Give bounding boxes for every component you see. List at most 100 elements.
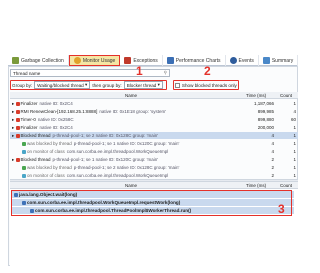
row-count: 1 <box>293 165 296 170</box>
row-detail: native ID: 0x2C4 <box>39 125 73 130</box>
row-time: 899,985 <box>257 109 274 114</box>
row-count: 1 <box>293 125 296 130</box>
expand-icon[interactable]: ▸ <box>12 157 16 162</box>
tab-bar: Garbage Collection Monitor Usage Excepti… <box>8 55 299 66</box>
chevron-down-icon: ▾ <box>85 82 88 87</box>
stack-column-name[interactable]: Name <box>125 183 137 188</box>
row-time: 4 <box>271 141 274 146</box>
search-icon: ⚲ <box>163 70 167 75</box>
thread-icon <box>22 149 26 154</box>
chevron-down-icon: ▾ <box>157 82 160 87</box>
row-name: Blocked thread <box>20 133 51 138</box>
tab-events[interactable]: Events <box>226 55 259 66</box>
thread-icon <box>15 101 20 106</box>
expand-icon[interactable]: ▸ <box>12 101 16 106</box>
table-row[interactable]: ▸ RMI RenewClean-[192.168.25.1:8888] nati… <box>10 108 298 115</box>
show-blocked-label: Show blocked threads only <box>181 82 237 88</box>
charts-icon <box>166 57 174 64</box>
column-count[interactable]: Count <box>280 93 292 98</box>
row-count: 1 <box>293 133 296 138</box>
row-time: 2 <box>271 165 274 170</box>
thread-icon <box>15 117 20 122</box>
table-row[interactable]: ▸ Blocked thread p-thread-pool-1; se 2 na… <box>10 132 298 139</box>
row-count: 60 <box>290 117 296 122</box>
table-row[interactable]: ▸ Blocked thread p-thread-pool-1; se 1 na… <box>10 156 298 163</box>
show-blocked-checkbox[interactable] <box>174 82 180 88</box>
thread-icon <box>15 133 20 138</box>
monitor-usage-panel: Thread name ⚲ Group by: Waiting/blocked … <box>8 66 298 266</box>
expand-icon[interactable]: ▸ <box>12 125 16 130</box>
row-time: 899,880 <box>257 117 274 122</box>
row-count: 1 <box>293 157 296 162</box>
row-name: was blocked by thread <box>27 165 72 170</box>
grouping-toolbar: Group by: Waiting/blocked thread ▾ then … <box>10 80 239 90</box>
column-time[interactable]: Time (ms) <box>246 93 266 98</box>
row-name: Blocked thread <box>20 157 51 162</box>
thread-name-filter[interactable]: Thread name ⚲ <box>10 69 170 77</box>
row-name: on monitor of class <box>27 149 65 154</box>
row-count: 1 <box>293 149 296 154</box>
tab-performance-charts[interactable]: Performance Charts <box>163 55 226 66</box>
summary-icon <box>262 57 270 64</box>
column-name[interactable]: Name <box>125 93 137 98</box>
table-row[interactable]: was blocked by thread p-thread-pool-1; se… <box>10 140 298 147</box>
row-name: RMI RenewClean-[192.168.25.1:8888] <box>20 109 98 114</box>
table-row[interactable]: on monitor of class com.sun.corba.ee.impl… <box>10 172 298 179</box>
expand-icon[interactable]: ▸ <box>12 109 16 114</box>
row-detail: p-thread-pool-1; se 1 native ID: 0x120C … <box>52 157 159 162</box>
row-time: 2 <box>271 157 274 162</box>
row-detail: p-thread-pool-1; se 2 native ID: 0x128C … <box>52 133 159 138</box>
tab-garbage-collection[interactable]: Garbage Collection <box>8 55 69 66</box>
row-count: 1 <box>293 141 296 146</box>
stack-column-count[interactable]: Count <box>280 183 292 188</box>
row-time: 200,000 <box>257 125 274 130</box>
expand-icon[interactable]: ▸ <box>12 117 16 122</box>
stack-trace-panel: Name Time (ms) Count java.lang.Object.wa… <box>10 182 298 266</box>
group-by-select[interactable]: Waiting/blocked thread ▾ <box>34 81 91 89</box>
row-detail: com.sun.corba.ee.impl.threadpool.WorkQue… <box>66 173 169 178</box>
row-detail: native ID: 0x2C4 <box>39 101 73 106</box>
row-name: Timer-0 <box>20 117 36 122</box>
row-time: 2 <box>271 173 274 178</box>
thread-icon <box>22 173 26 178</box>
thread-name-placeholder: Thread name <box>13 70 41 76</box>
table-header: Name Time (ms) Count <box>10 92 298 99</box>
show-blocked-only-box[interactable]: Show blocked threads only <box>172 80 239 90</box>
stack-table-header: Name Time (ms) Count <box>10 182 298 189</box>
table-row[interactable]: on monitor of class com.sun.corba.ee.impl… <box>10 148 298 155</box>
row-detail: com.sun.corba.ee.impl.threadpool.WorkQue… <box>66 149 169 154</box>
row-count: 1 <box>293 101 296 106</box>
callout-3: 3 <box>278 202 285 216</box>
row-detail: native ID: 0x1E18 group: 'system' <box>99 109 167 114</box>
thread-icon <box>15 125 20 130</box>
monitor-icon <box>73 57 81 64</box>
row-name: was blocked by thread <box>27 141 72 146</box>
events-icon <box>229 57 237 64</box>
table-row[interactable]: ▸ Finalizer native ID: 0x2C4 200,000 1 <box>10 124 298 131</box>
stack-column-time[interactable]: Time (ms) <box>246 183 266 188</box>
group-by-label: Group by: <box>12 82 33 88</box>
top-blank-area <box>0 0 303 54</box>
thread-icon <box>15 109 20 114</box>
expand-icon[interactable]: ▸ <box>12 133 16 138</box>
thread-icon <box>22 141 26 146</box>
row-time: 1,187,066 <box>253 101 274 106</box>
tab-summary[interactable]: Summary <box>259 55 299 66</box>
tab-monitor-usage[interactable]: Monitor Usage <box>68 55 121 66</box>
row-detail: p-thread-pool-1; se 2 native ID: 0x128C … <box>73 165 180 170</box>
thread-icon <box>22 165 26 170</box>
row-name: on monitor of class <box>27 173 65 178</box>
row-name: Finalizer <box>20 125 38 130</box>
row-count: 1 <box>293 173 296 178</box>
row-count: 4 <box>293 109 296 114</box>
row-name: Finalizer <box>20 101 38 106</box>
table-row[interactable]: ▸ Timer-0 native ID: 0x258C 899,880 60 <box>10 116 298 123</box>
table-row[interactable]: was blocked by thread p-thread-pool-1; se… <box>10 164 298 171</box>
gc-icon <box>12 57 19 64</box>
callout-2: 2 <box>204 64 211 78</box>
table-row[interactable]: ▸ Finalizer native ID: 0x2C4 1,187,066 1 <box>10 100 298 107</box>
then-group-by-select[interactable]: Blocker thread ▾ <box>123 81 163 89</box>
row-detail: native ID: 0x258C <box>37 117 74 122</box>
row-detail: p-thread-pool-1; se 1 native ID: 0x120C … <box>73 141 180 146</box>
then-group-by-label: then group by: <box>92 82 122 88</box>
